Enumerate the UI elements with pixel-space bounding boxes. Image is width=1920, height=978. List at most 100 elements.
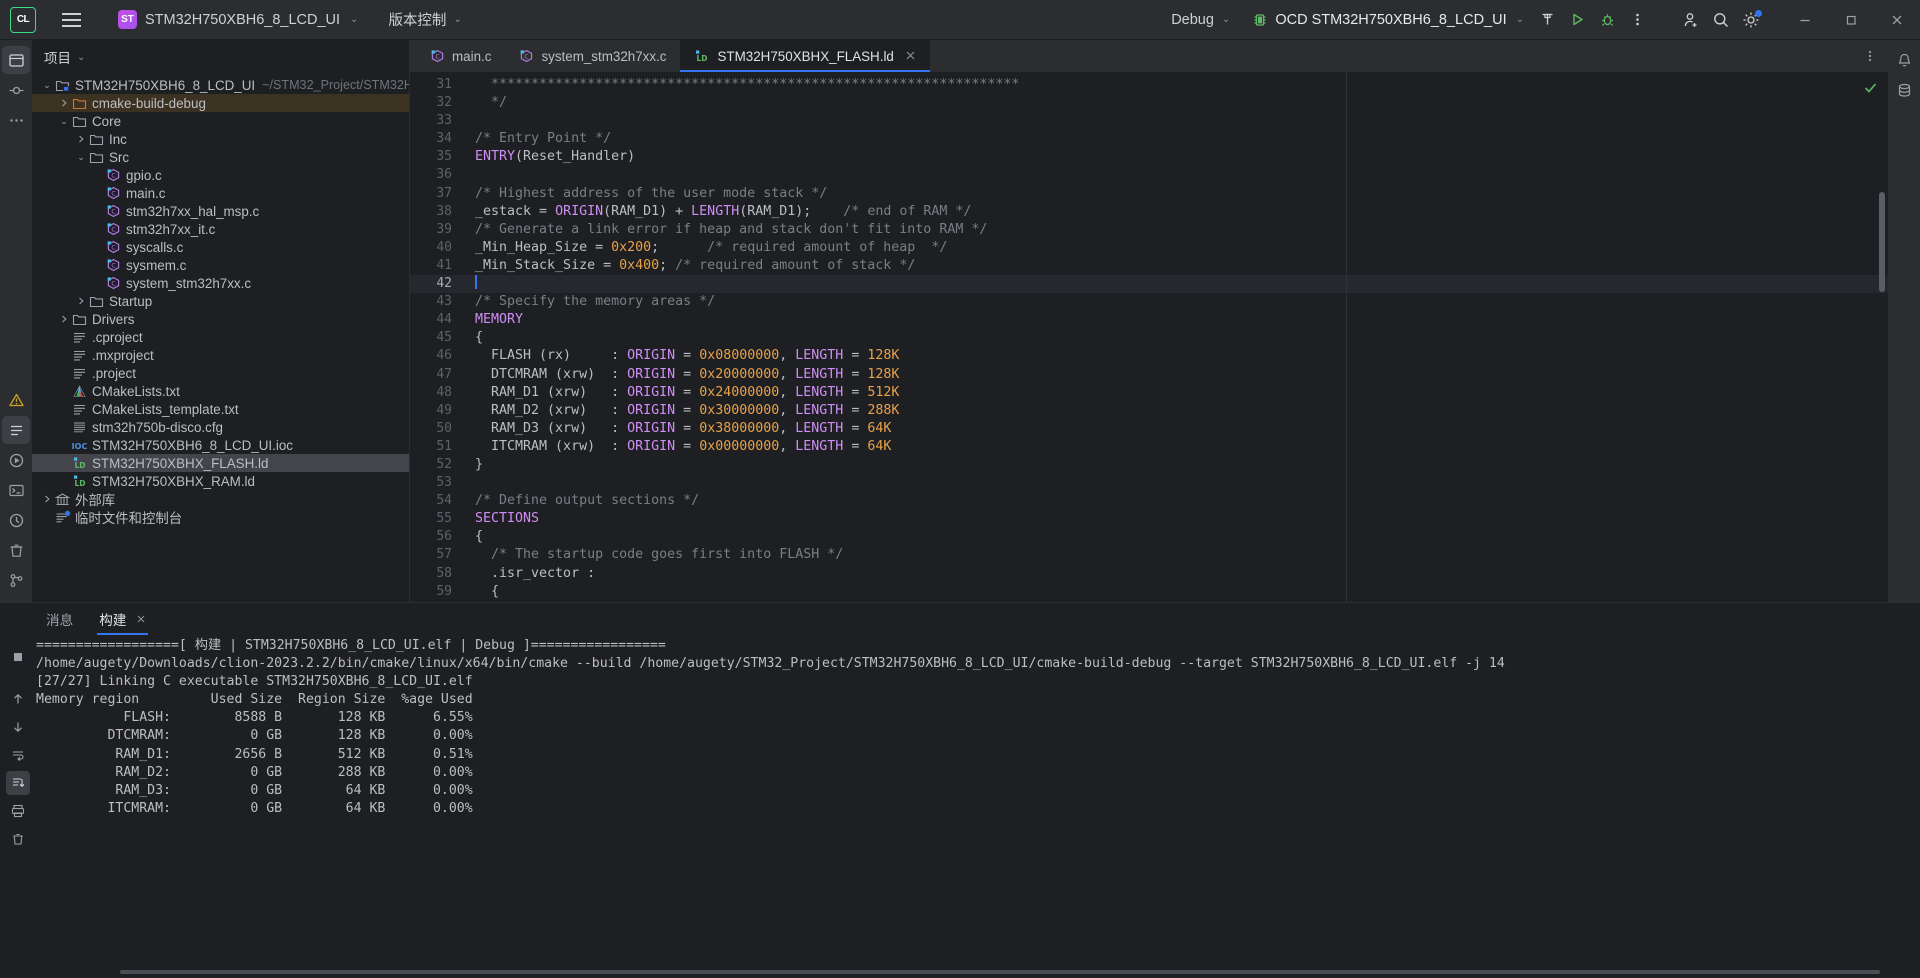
more-options-button[interactable] bbox=[1622, 5, 1652, 35]
code-line[interactable]: FLASH (rx) : ORIGIN = 0x08000000, LENGTH… bbox=[462, 347, 1888, 365]
code-line[interactable]: /* Highest address of the user mode stac… bbox=[462, 185, 1888, 203]
code-line[interactable]: _Min_Stack_Size = 0x400; /* required amo… bbox=[462, 257, 1888, 275]
code-line[interactable]: { bbox=[462, 528, 1888, 546]
tree-row[interactable]: Cstm32h7xx_hal_msp.c bbox=[32, 202, 409, 220]
debug-button[interactable] bbox=[1592, 5, 1622, 35]
line-number[interactable]: 50 bbox=[410, 420, 462, 438]
line-number[interactable]: 52 bbox=[410, 456, 462, 474]
tree-row[interactable]: Cstm32h7xx_it.c bbox=[32, 220, 409, 238]
line-number[interactable]: 54 bbox=[410, 492, 462, 510]
tree-row[interactable]: stm32h750b-disco.cfg bbox=[32, 418, 409, 436]
editor-tab[interactable]: Cmain.c bbox=[416, 40, 505, 72]
main-menu-button[interactable] bbox=[54, 3, 88, 37]
search-button[interactable] bbox=[1706, 5, 1736, 35]
line-number[interactable]: 53 bbox=[410, 474, 462, 492]
code-line[interactable]: /* Define output sections */ bbox=[462, 492, 1888, 510]
tree-row[interactable]: Inc bbox=[32, 130, 409, 148]
database-tool-button[interactable] bbox=[1890, 76, 1918, 104]
project-tool-button[interactable] bbox=[2, 46, 30, 74]
build-button[interactable] bbox=[1532, 5, 1562, 35]
minimize-button[interactable] bbox=[1782, 0, 1828, 40]
project-selector[interactable]: ST STM32H750XBH6_8_LCD_UI ⌄ bbox=[110, 7, 366, 33]
services-tool-button[interactable] bbox=[2, 506, 30, 534]
code-line[interactable]: /* Generate a link error if heap and sta… bbox=[462, 221, 1888, 239]
code-line[interactable]: */ bbox=[462, 94, 1888, 112]
chevron-right-icon[interactable] bbox=[40, 495, 54, 503]
chevron-right-icon[interactable] bbox=[57, 99, 71, 107]
chevron-down-icon[interactable]: ⌄ bbox=[74, 152, 88, 163]
chevron-down-icon[interactable]: ⌄ bbox=[57, 116, 71, 127]
line-number[interactable]: 45 bbox=[410, 329, 462, 347]
line-number[interactable]: 38 bbox=[410, 203, 462, 221]
build-tool-button[interactable] bbox=[2, 416, 30, 444]
tree-row[interactable]: CMakeLists_template.txt bbox=[32, 400, 409, 418]
code-line[interactable]: RAM_D2 (xrw) : ORIGIN = 0x30000000, LENG… bbox=[462, 402, 1888, 420]
project-tree[interactable]: ⌄ STM32H750XBH6_8_LCD_UI ~/STM32_Project/S… bbox=[32, 74, 409, 602]
scroll-down-button[interactable] bbox=[6, 715, 30, 739]
inspection-status-icon[interactable] bbox=[1863, 80, 1878, 98]
tree-row[interactable]: Csyscalls.c bbox=[32, 238, 409, 256]
trash-tool-button[interactable] bbox=[2, 536, 30, 564]
tree-row[interactable]: Csysmem.c bbox=[32, 256, 409, 274]
code-line[interactable]: /* Entry Point */ bbox=[462, 130, 1888, 148]
line-number[interactable]: 48 bbox=[410, 384, 462, 402]
line-number[interactable]: 34 bbox=[410, 130, 462, 148]
print-button[interactable] bbox=[6, 799, 30, 823]
code-line[interactable] bbox=[462, 474, 1888, 492]
editor-code[interactable]: ****************************************… bbox=[462, 72, 1888, 602]
chevron-down-icon[interactable]: ⌄ bbox=[77, 52, 85, 63]
vcs-menu[interactable]: 版本控制 ⌄ bbox=[388, 9, 461, 30]
line-number[interactable]: 44 bbox=[410, 311, 462, 329]
line-number[interactable]: 49 bbox=[410, 402, 462, 420]
tree-row[interactable]: .cproject bbox=[32, 328, 409, 346]
line-number[interactable]: 47 bbox=[410, 366, 462, 384]
tree-row[interactable]: 临时文件和控制台 bbox=[32, 508, 409, 526]
soft-wrap-button[interactable] bbox=[6, 743, 30, 767]
more-tool-windows-button[interactable] bbox=[2, 106, 30, 134]
settings-button[interactable] bbox=[1736, 5, 1766, 35]
code-line[interactable]: ENTRY(Reset_Handler) bbox=[462, 148, 1888, 166]
git-tool-button[interactable] bbox=[2, 566, 30, 594]
code-line[interactable]: .isr_vector : bbox=[462, 565, 1888, 583]
tree-row[interactable]: cmake-build-debug bbox=[32, 94, 409, 112]
commit-tool-button[interactable] bbox=[2, 76, 30, 104]
code-line[interactable]: /* Specify the memory areas */ bbox=[462, 293, 1888, 311]
maximize-button[interactable] bbox=[1828, 0, 1874, 40]
code-line[interactable]: ****************************************… bbox=[462, 76, 1888, 94]
line-number[interactable]: 41 bbox=[410, 257, 462, 275]
code-line[interactable] bbox=[462, 112, 1888, 130]
code-line[interactable]: /* The startup code goes first into FLAS… bbox=[462, 546, 1888, 564]
line-number[interactable]: 39 bbox=[410, 221, 462, 239]
build-console-output[interactable]: ==================[ 构建 | STM32H750XBH6_8… bbox=[36, 635, 1906, 978]
clear-all-button[interactable] bbox=[6, 827, 30, 851]
code-line[interactable]: MEMORY bbox=[462, 311, 1888, 329]
line-number[interactable]: 58 bbox=[410, 565, 462, 583]
line-number[interactable]: 59 bbox=[410, 583, 462, 601]
code-line[interactable] bbox=[462, 275, 1888, 294]
tree-row[interactable]: ⌄ Core bbox=[32, 112, 409, 130]
terminal-tool-button[interactable] bbox=[2, 476, 30, 504]
chevron-right-icon[interactable] bbox=[74, 297, 88, 305]
line-number[interactable]: 60 bbox=[410, 601, 462, 603]
tree-row[interactable]: Drivers bbox=[32, 310, 409, 328]
line-number[interactable]: 33 bbox=[410, 112, 462, 130]
code-line[interactable]: RAM_D1 (xrw) : ORIGIN = 0x24000000, LENG… bbox=[462, 384, 1888, 402]
build-panel-tab[interactable]: 构建 bbox=[89, 603, 156, 635]
run-button[interactable] bbox=[1562, 5, 1592, 35]
tree-row[interactable]: ⌄ STM32H750XBH6_8_LCD_UI ~/STM32_Project/S… bbox=[32, 76, 409, 94]
line-number[interactable]: 57 bbox=[410, 546, 462, 564]
line-number[interactable]: 56 bbox=[410, 528, 462, 546]
tree-row[interactable]: .project bbox=[32, 364, 409, 382]
close-icon[interactable] bbox=[136, 612, 146, 627]
code-line[interactable]: RAM_D3 (xrw) : ORIGIN = 0x38000000, LENG… bbox=[462, 420, 1888, 438]
tree-row[interactable]: CMakeLists.txt bbox=[32, 382, 409, 400]
chevron-right-icon[interactable] bbox=[74, 135, 88, 143]
code-line[interactable]: . = ALIGN(4); bbox=[462, 601, 1888, 603]
tree-row[interactable]: Csystem_stm32h7xx.c bbox=[32, 274, 409, 292]
chevron-down-icon[interactable]: ⌄ bbox=[40, 80, 54, 91]
code-line[interactable]: { bbox=[462, 329, 1888, 347]
problems-tool-button[interactable] bbox=[2, 386, 30, 414]
tree-row[interactable]: 外部库 bbox=[32, 490, 409, 508]
code-line[interactable] bbox=[462, 166, 1888, 184]
code-line[interactable]: _Min_Heap_Size = 0x200; /* required amou… bbox=[462, 239, 1888, 257]
